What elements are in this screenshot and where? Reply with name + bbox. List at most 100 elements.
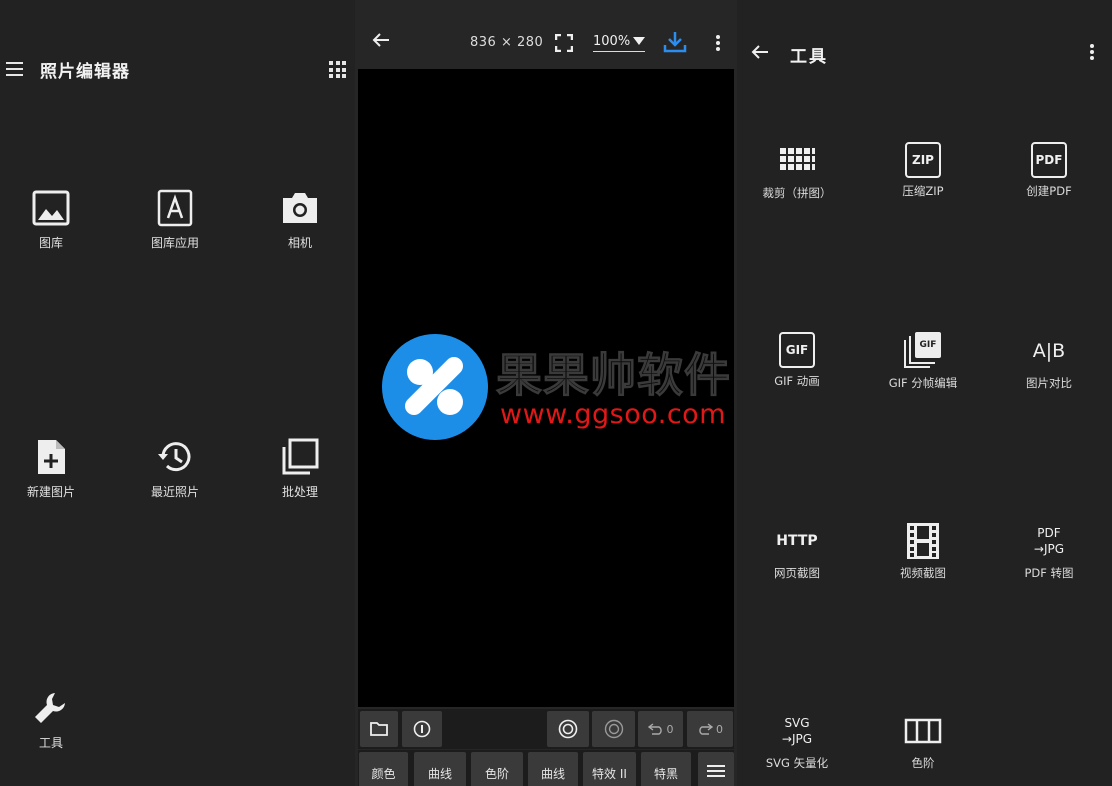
redo-button[interactable]: 0 (687, 711, 733, 747)
home-header: 照片编辑器 (0, 52, 355, 86)
tile-label: 批处理 (281, 485, 318, 499)
tool-crop-collage[interactable]: 裁剪（拼图） (737, 142, 857, 201)
tool-gif-frames[interactable]: GIF GIF 分帧编辑 (863, 332, 983, 391)
tile-label: 工具 (38, 736, 63, 750)
image-icon (32, 190, 70, 226)
zoom-dropdown[interactable]: 100% (593, 34, 645, 52)
svg-to-jpg-icon: SVG →JPG (781, 716, 813, 746)
tool-label: PDF 转图 (1024, 566, 1074, 580)
redo-icon (699, 723, 713, 735)
menu-icon[interactable] (6, 62, 23, 76)
back-arrow-icon[interactable] (372, 32, 390, 48)
apps-grid-icon[interactable] (329, 61, 346, 78)
menu-icon (707, 765, 725, 777)
tile-label: 图库 (38, 236, 63, 250)
tile-label: 最近照片 (150, 485, 199, 499)
tile-label: 新建图片 (26, 485, 75, 499)
columns-icon (904, 718, 942, 744)
tool-label: 视频截图 (900, 566, 946, 580)
download-icon[interactable] (663, 30, 687, 54)
home-panel: 照片编辑器 图库 图库应用 相机 新建图片 最近照片 批处理 工具 (0, 0, 355, 786)
fullscreen-icon[interactable] (555, 34, 573, 52)
history-icon (158, 442, 191, 472)
tab-curves-2[interactable]: 曲线 (528, 752, 578, 786)
tool-zip[interactable]: ZIP 压缩ZIP (863, 142, 983, 199)
tile-gallery-app[interactable]: 图库应用 (120, 188, 230, 251)
editor-actions: 0 0 (358, 709, 734, 749)
image-dimensions: 836 × 280 (470, 35, 544, 50)
watermark-url: www.ggsoo.com (500, 399, 727, 430)
tool-compare[interactable]: A|B 图片对比 (989, 332, 1109, 391)
tabs-menu-button[interactable] (698, 752, 734, 786)
undo-icon (647, 723, 662, 735)
back-arrow-icon[interactable] (751, 44, 769, 60)
gif-icon: GIF (779, 332, 815, 368)
pdf-icon: PDF (1031, 142, 1067, 178)
tool-label: 裁剪（拼图） (762, 186, 832, 200)
target-icon (558, 719, 578, 739)
tool-video-screenshot[interactable]: 视频截图 (863, 522, 983, 581)
tile-tools[interactable]: 工具 (0, 688, 106, 751)
pdf-to-jpg-icon: PDF →JPG (1033, 526, 1065, 556)
chevron-down-icon (633, 37, 645, 45)
info-icon (413, 720, 431, 738)
tool-svg-vectorize[interactable]: SVG →JPG SVG 矢量化 (737, 712, 857, 771)
app-title: 照片编辑器 (40, 62, 130, 82)
tool-label: 创建PDF (1026, 184, 1072, 198)
font-a-icon (157, 189, 193, 227)
tab-black[interactable]: 特黑 (641, 752, 691, 786)
tile-new-image[interactable]: 新建图片 (0, 437, 106, 500)
zip-icon: ZIP (905, 142, 941, 178)
ab-compare-icon: A|B (1032, 340, 1066, 362)
wrench-icon (35, 693, 65, 723)
new-file-icon (38, 440, 65, 474)
redo-count: 0 (716, 722, 723, 736)
more-vert-icon[interactable] (1089, 44, 1095, 60)
secondary-compare-button[interactable] (592, 711, 635, 747)
tool-levels[interactable]: 色阶 (863, 712, 983, 771)
tab-levels[interactable]: 色阶 (471, 752, 523, 786)
tile-gallery[interactable]: 图库 (0, 188, 106, 251)
tile-recent[interactable]: 最近照片 (120, 437, 230, 500)
folder-icon (370, 722, 388, 736)
gif-stack-icon: GIF (904, 332, 942, 370)
undo-button[interactable]: 0 (638, 711, 683, 747)
tile-label: 相机 (287, 236, 312, 250)
tab-color[interactable]: 颜色 (359, 752, 408, 786)
tool-label: GIF 分帧编辑 (888, 376, 958, 390)
tools-header: 工具 (737, 40, 1112, 70)
tools-panel: 工具 裁剪（拼图） ZIP 压缩ZIP PDF 创建PDF GIF GIF 动画 (737, 0, 1112, 786)
film-icon (907, 523, 939, 559)
tool-label: 色阶 (911, 756, 935, 770)
compare-button[interactable] (547, 711, 589, 747)
tool-label: 网页截图 (774, 566, 820, 580)
tool-label: GIF 动画 (774, 374, 820, 388)
zoom-value: 100% (593, 34, 631, 49)
tile-batch[interactable]: 批处理 (245, 437, 355, 500)
tool-web-screenshot[interactable]: HTTP 网页截图 (737, 522, 857, 581)
info-button[interactable] (402, 711, 442, 747)
tools-title: 工具 (790, 47, 828, 67)
watermark-logo (382, 334, 488, 440)
tool-label: SVG 矢量化 (765, 756, 829, 770)
tab-curves[interactable]: 曲线 (414, 752, 466, 786)
target-dim-icon (604, 719, 623, 739)
undo-count: 0 (666, 722, 674, 736)
tool-label: 图片对比 (1026, 376, 1072, 390)
tool-create-pdf[interactable]: PDF 创建PDF (989, 142, 1109, 199)
open-folder-button[interactable] (360, 711, 398, 747)
editor-toolbar: 836 × 280 100% (355, 0, 737, 69)
grid-crop-icon (780, 148, 815, 170)
filter-tabs: 颜色 曲线 色阶 曲线 特效 II 特黑 (358, 750, 734, 786)
image-canvas[interactable]: 果果帅软件 www.ggsoo.com (358, 69, 734, 707)
tool-gif-animation[interactable]: GIF GIF 动画 (737, 332, 857, 389)
tool-label: 压缩ZIP (902, 184, 944, 198)
http-icon: HTTP (776, 533, 818, 549)
tile-camera[interactable]: 相机 (245, 188, 355, 251)
tool-pdf-to-jpg[interactable]: PDF →JPG PDF 转图 (989, 522, 1109, 581)
tab-effects-2[interactable]: 特效 II (583, 752, 636, 786)
more-vert-icon[interactable] (715, 35, 721, 51)
camera-icon (283, 193, 317, 223)
tile-label: 图库应用 (150, 236, 199, 250)
editor-panel: 836 × 280 100% 果果帅软件 www.ggsoo.com 0 0 颜… (355, 0, 737, 786)
